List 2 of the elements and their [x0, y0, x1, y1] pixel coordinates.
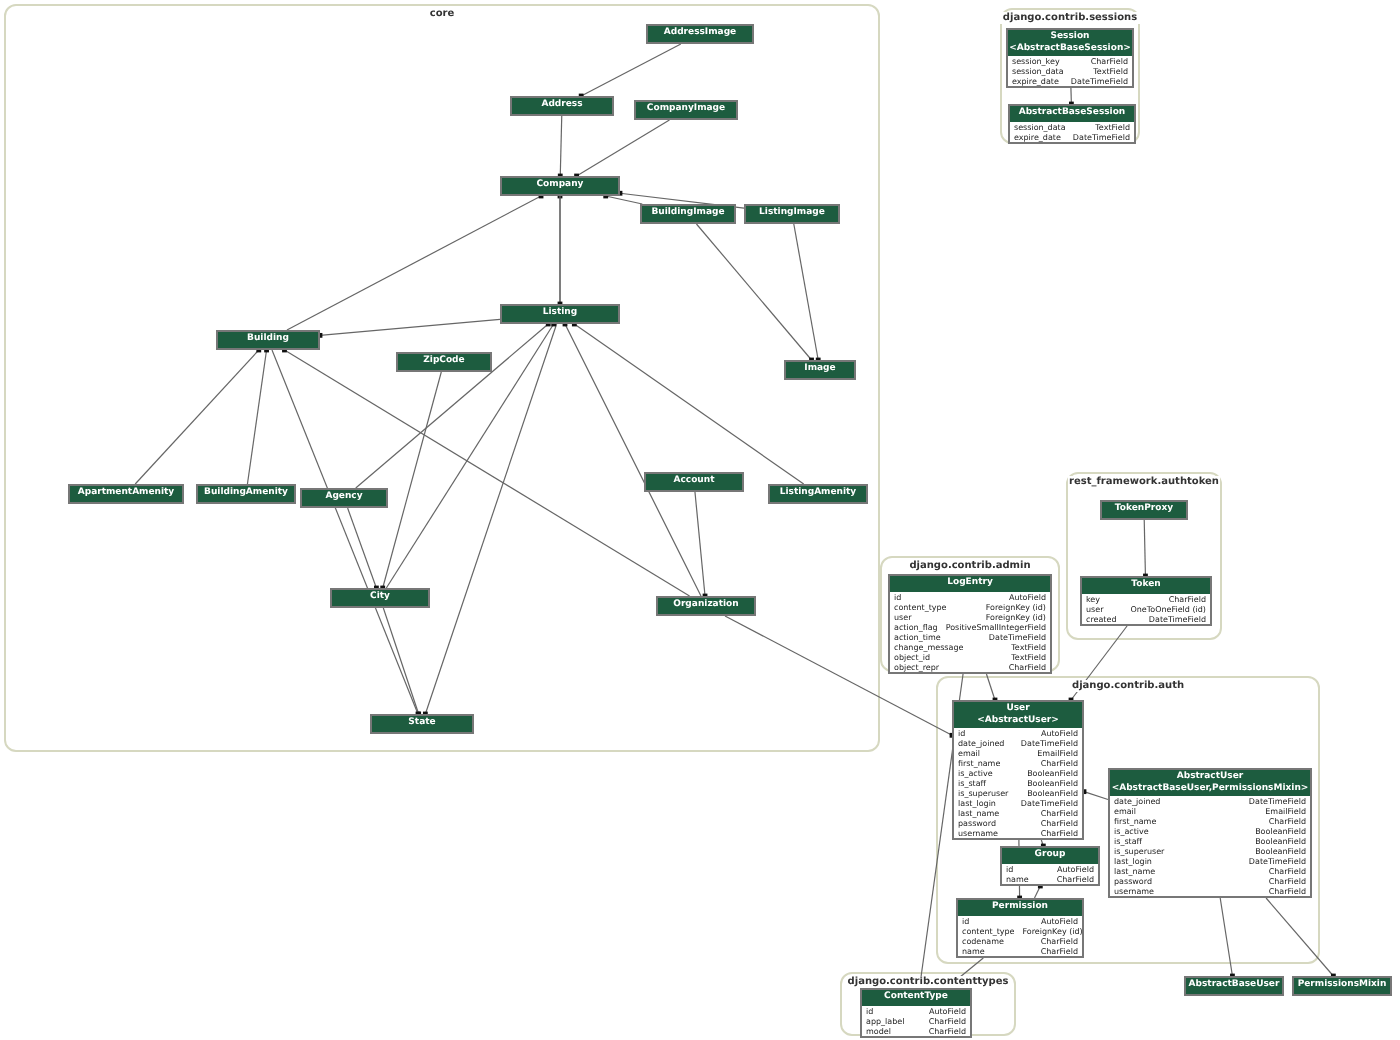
- connector-line: [574, 119, 670, 179]
- connector-line: [578, 43, 682, 99]
